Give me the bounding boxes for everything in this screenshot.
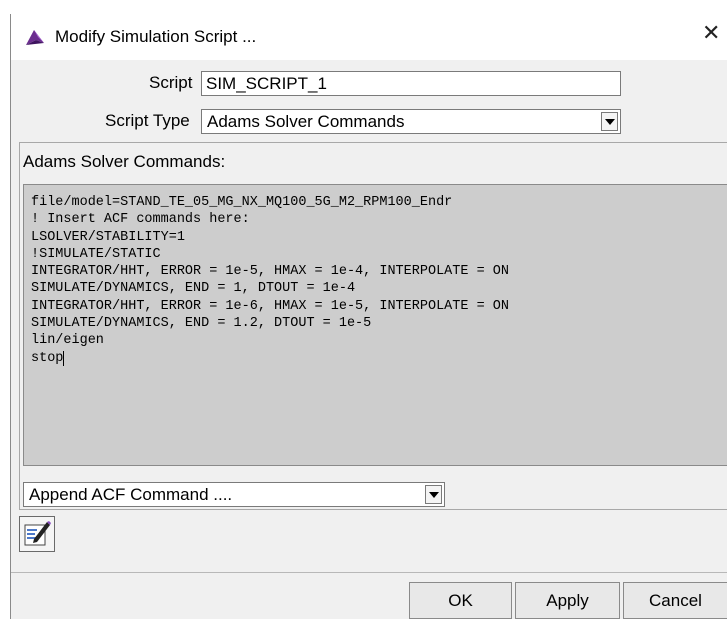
text-editor-icon (24, 521, 51, 546)
window-title: Modify Simulation Script ... (55, 27, 257, 46)
script-type-value: Adams Solver Commands (207, 112, 405, 131)
solver-commands-label: Adams Solver Commands: (23, 152, 226, 171)
cancel-button[interactable]: Cancel (623, 582, 727, 619)
modify-simulation-script-dialog: Modify Simulation Script ... ✕ Script SI… (10, 14, 727, 619)
chevron-down-icon[interactable] (425, 485, 442, 504)
text-caret (63, 350, 65, 366)
acf-commands-textarea[interactable]: file/model=STAND_TE_05_MG_NX_MQ100_5G_M2… (23, 184, 727, 466)
button-bar-divider (11, 572, 727, 573)
script-type-label: Script Type (105, 111, 190, 130)
append-acf-command-value: Append ACF Command .... (29, 485, 233, 504)
adams-app-icon (24, 27, 46, 47)
apply-button[interactable]: Apply (515, 582, 620, 619)
text-editor-button[interactable] (19, 516, 55, 552)
script-label: Script (149, 73, 193, 92)
append-acf-command-select[interactable]: Append ACF Command .... (23, 482, 445, 507)
script-name-input[interactable]: SIM_SCRIPT_1 (201, 71, 621, 96)
close-icon[interactable]: ✕ (702, 23, 724, 45)
acf-commands-text: file/model=STAND_TE_05_MG_NX_MQ100_5G_M2… (31, 195, 509, 366)
title-bar[interactable]: Modify Simulation Script ... ✕ (11, 14, 727, 60)
script-type-select[interactable]: Adams Solver Commands (201, 109, 621, 134)
chevron-down-icon[interactable] (601, 112, 618, 131)
ok-button[interactable]: OK (409, 582, 512, 619)
